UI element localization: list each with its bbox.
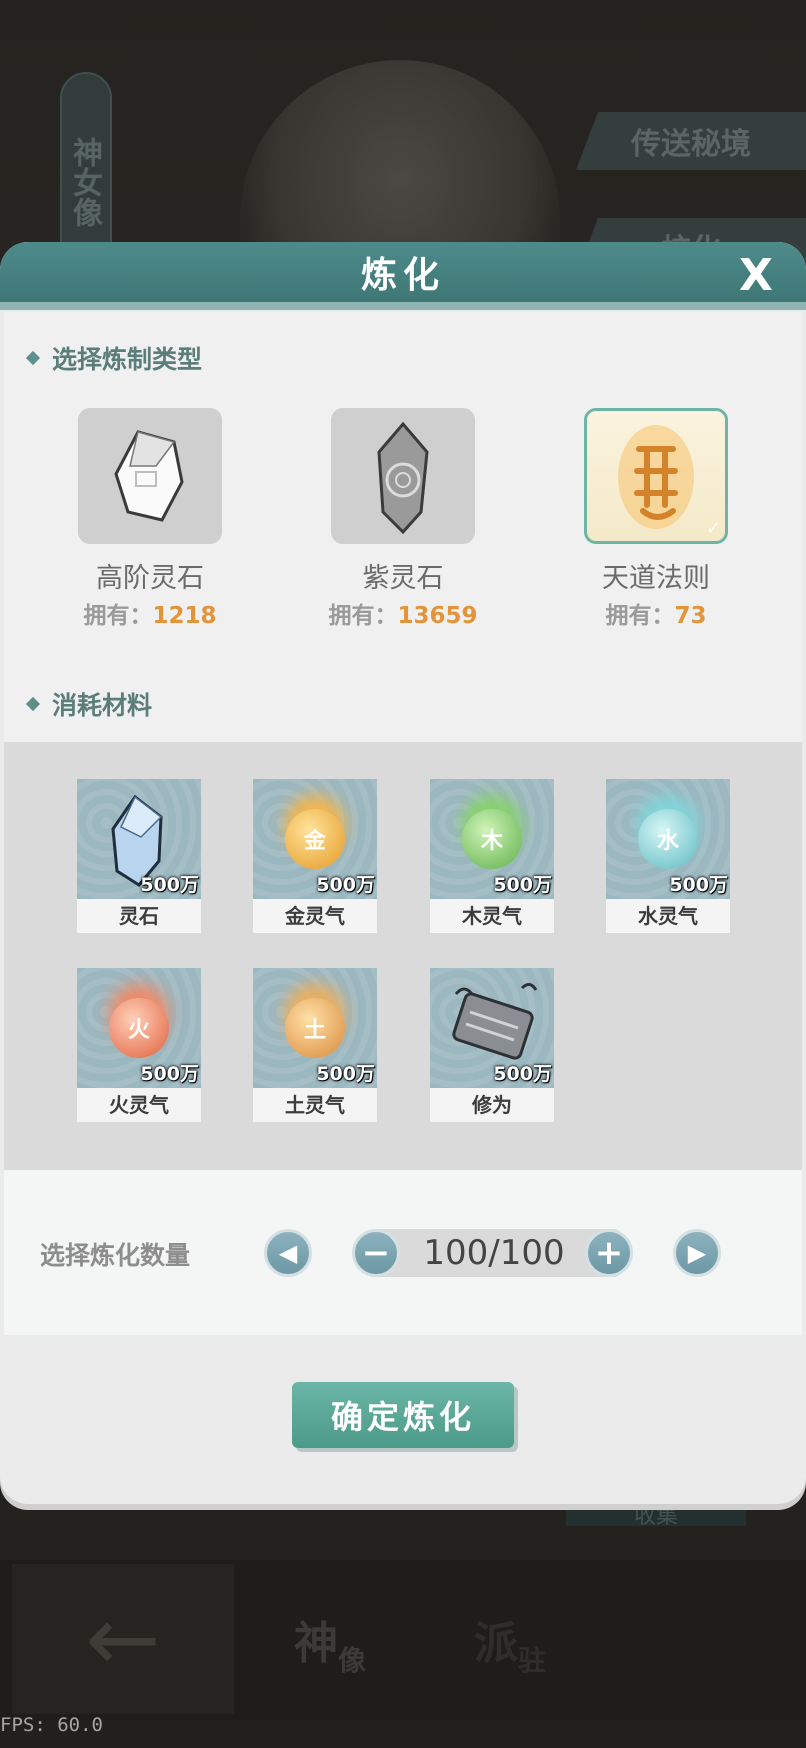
- own-prefix: 拥有：: [605, 603, 675, 629]
- wood-flame-icon: 木: [462, 809, 522, 869]
- double-arrow-left-icon: ◀: [278, 1239, 298, 1267]
- material-item[interactable]: 水 500万 水灵气: [606, 779, 730, 934]
- material-label: 火灵气: [77, 1088, 201, 1122]
- orb-glyph: 火: [127, 1018, 150, 1043]
- orb-glyph: 水: [656, 829, 679, 854]
- minus-icon: −: [361, 1233, 391, 1273]
- material-amount: 500万: [493, 1063, 552, 1085]
- metal-flame-icon: 金: [285, 809, 345, 869]
- material-amount: 500万: [669, 874, 728, 896]
- material-amount: 500万: [140, 874, 199, 896]
- material-icon-box: 金 500万: [253, 779, 377, 899]
- type-name-high-stone: 高阶灵石: [96, 563, 204, 594]
- material-label: 金灵气: [253, 899, 377, 933]
- materials-section-title: 消耗材料: [25, 686, 153, 722]
- material-amount: 500万: [316, 1063, 375, 1085]
- own-prefix: 拥有：: [328, 603, 398, 629]
- type-count-heaven-law: 拥有：73: [546, 596, 766, 630]
- type-count-high-stone: 拥有：1218: [40, 596, 260, 630]
- close-icon: X: [739, 250, 773, 301]
- purple-stone-icon: [377, 421, 429, 535]
- quantity-increase-button[interactable]: +: [585, 1229, 633, 1277]
- material-icon-box: 水 500万: [606, 779, 730, 899]
- material-item[interactable]: 金 500万 金灵气: [253, 779, 377, 934]
- type-card-high-stone[interactable]: [78, 408, 222, 544]
- confirm-refine-button[interactable]: 确定炼化: [292, 1382, 514, 1448]
- material-icon-box: 500万: [430, 968, 554, 1088]
- type-name-purple-stone: 紫灵石: [362, 563, 444, 594]
- material-label: 灵石: [77, 899, 201, 933]
- diamond-icon: [25, 696, 41, 712]
- material-amount: 500万: [493, 874, 552, 896]
- white-stone-icon: [114, 430, 184, 522]
- material-icon-box: 木 500万: [430, 779, 554, 899]
- material-item[interactable]: 500万 修为: [430, 968, 554, 1123]
- type-card-heaven-law[interactable]: ✓: [584, 408, 728, 544]
- quantity-decrease-button[interactable]: −: [352, 1229, 400, 1277]
- material-label: 土灵气: [253, 1088, 377, 1122]
- material-item[interactable]: 木 500万 木灵气: [430, 779, 554, 934]
- plus-icon: +: [594, 1233, 624, 1273]
- material-icon-box: 土 500万: [253, 968, 377, 1088]
- own-count: 73: [674, 603, 707, 629]
- materials-section-label: 消耗材料: [52, 691, 153, 720]
- material-amount: 500万: [140, 1063, 199, 1085]
- orb-glyph: 土: [303, 1018, 326, 1043]
- material-label: 修为: [430, 1088, 554, 1122]
- orb-glyph: 金: [303, 829, 326, 854]
- quantity-label: 选择炼化数量: [40, 1241, 191, 1270]
- material-icon-box: 火 500万: [77, 968, 201, 1088]
- fire-flame-icon: 火: [109, 998, 169, 1058]
- material-item[interactable]: 500万 灵石: [77, 779, 201, 934]
- type-card-purple-stone[interactable]: [331, 408, 475, 544]
- type-count-purple-stone: 拥有：13659: [293, 596, 513, 630]
- check-icon: ✓: [705, 518, 721, 539]
- type-name-heaven-law: 天道法则: [602, 563, 710, 594]
- material-item[interactable]: 土 500万 土灵气: [253, 968, 377, 1123]
- quantity-value: 100/100: [423, 1233, 565, 1273]
- type-section-label: 选择炼制类型: [52, 345, 203, 374]
- own-prefix: 拥有：: [83, 603, 153, 629]
- orb-glyph: 木: [480, 829, 503, 854]
- diamond-icon: [25, 350, 41, 366]
- material-icon-box: 500万: [77, 779, 201, 899]
- material-item[interactable]: 火 500万 火灵气: [77, 968, 201, 1123]
- quantity-min-button[interactable]: ◀: [264, 1229, 312, 1277]
- water-flame-icon: 水: [638, 809, 698, 869]
- dialog-title: 炼化: [360, 255, 445, 296]
- type-section-title: 选择炼制类型: [25, 340, 203, 376]
- double-arrow-right-icon: ▶: [687, 1239, 707, 1267]
- quantity-max-button[interactable]: ▶: [673, 1229, 721, 1277]
- earth-flame-icon: 土: [285, 998, 345, 1058]
- own-count: 1218: [152, 603, 217, 629]
- material-label: 水灵气: [606, 899, 730, 933]
- own-count: 13659: [397, 603, 478, 629]
- material-label: 木灵气: [430, 899, 554, 933]
- close-button[interactable]: X: [728, 246, 784, 306]
- material-amount: 500万: [316, 874, 375, 896]
- golden-rune-icon: [618, 425, 694, 529]
